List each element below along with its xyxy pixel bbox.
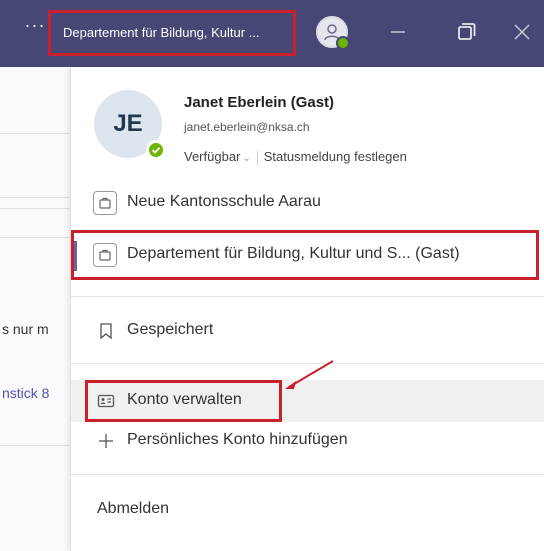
avatar-initials: JE [113,110,143,137]
set-status-message-link[interactable]: Statusmeldung festlegen [264,149,407,164]
org-label: Neue Kantonsschule Aarau [127,193,321,210]
presence-status-dropdown[interactable]: Verfügbar [184,149,240,164]
highlight-box [85,380,282,422]
presence-row: Verfügbar ⌄ Statusmeldung festlegen [184,149,407,165]
close-button[interactable] [508,18,536,46]
annotation-arrow-icon [285,360,334,389]
background-text: s nur m [2,321,49,337]
tenant-switcher-button[interactable]: Departement für Bildung, Kultur ... [48,10,296,56]
sign-out-menu-item[interactable]: Abmelden [71,489,544,531]
divider [0,133,70,134]
highlight-box [71,230,539,280]
divider [0,237,70,238]
saved-label: Gespeichert [127,321,214,338]
minimize-icon [391,31,405,33]
organization-icon [93,191,117,215]
divider [0,445,70,446]
close-icon [514,24,530,40]
user-email: janet.eberlein@nksa.ch [184,120,310,134]
maximize-icon [458,23,476,40]
user-avatar[interactable]: JE [94,90,166,160]
minimize-button[interactable] [384,18,412,46]
divider [0,208,70,209]
divider [71,474,544,475]
background-content-pane: s nur m nstick 8 [0,67,70,551]
bookmark-icon [100,323,112,340]
user-name: Janet Eberlein (Gast) [184,94,335,111]
chevron-down-icon: ⌄ [242,153,251,164]
title-bar: ··· Departement für Bildung, Kultur ... [0,0,544,67]
sign-out-label: Abmelden [97,500,170,517]
background-link[interactable]: nstick 8 [2,385,49,401]
maximize-button[interactable] [452,18,480,46]
divider [256,150,258,165]
saved-menu-item[interactable]: Gespeichert [71,310,544,352]
add-personal-account-label: Persönliches Konto hinzufügen [127,431,348,448]
plus-icon [99,434,113,448]
org-item-neue-kantonsschule[interactable]: Neue Kantonsschule Aarau [71,183,544,225]
divider [0,197,70,198]
more-options-button[interactable]: ··· [24,16,46,38]
divider [71,296,544,297]
available-check-icon [146,140,166,160]
add-personal-account-menu-item[interactable]: Persönliches Konto hinzufügen [71,420,544,462]
profile-avatar-button[interactable] [316,16,350,50]
available-status-icon [336,36,350,50]
account-menu-popup: JE Janet Eberlein (Gast) janet.eberlein@… [70,67,544,551]
